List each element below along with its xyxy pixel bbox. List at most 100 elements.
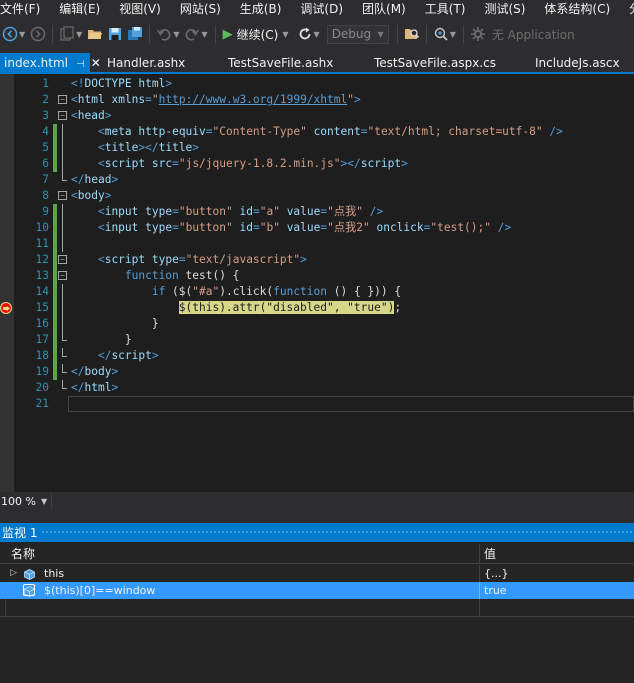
open-file-icon[interactable] [87, 24, 103, 44]
code-line[interactable]: 6 <script src="js/jquery-1.8.2.min.js"><… [0, 156, 634, 172]
redo-dropdown-icon[interactable]: ▼ [201, 30, 207, 39]
row-divider [479, 599, 480, 617]
code-line[interactable]: 7 </head> [0, 172, 634, 188]
code-token: > [165, 77, 173, 90]
code-token: body [77, 189, 105, 202]
watch-expression[interactable]: $(this)[0]==window [44, 582, 155, 599]
expand-arrow-icon[interactable]: ▷ [10, 565, 17, 582]
code-line[interactable]: 9 <input type="button" id="a" value="点我"… [0, 204, 634, 220]
tab-label: TestSaveFile.aspx.cs [374, 56, 496, 70]
code-line[interactable]: 1 <!DOCTYPE html> [0, 76, 634, 92]
code-token: html [138, 77, 166, 90]
outline-end [62, 348, 67, 357]
menu-item-3[interactable]: 网站(S) [180, 0, 221, 19]
pin-icon[interactable]: ⊣ [76, 59, 85, 70]
watch-value[interactable]: true [484, 582, 507, 599]
watch-window-title: 监视 1 [0, 524, 42, 541]
redo-icon[interactable] [184, 24, 200, 44]
column-header-value[interactable]: 值 [484, 544, 496, 564]
code-token: " [347, 93, 354, 106]
code-token: < [97, 125, 105, 138]
code-line[interactable]: 15 $(this).attr("disabled", "true"); [0, 300, 634, 316]
code-line[interactable]: 8− <body> [0, 188, 634, 204]
navigate-back-dropdown-icon[interactable]: ▼ [19, 30, 25, 39]
new-project-dropdown-icon[interactable]: ▼ [76, 30, 82, 39]
menu-item-2[interactable]: 视图(V) [119, 0, 161, 19]
navigate-forward-icon[interactable] [30, 24, 46, 44]
tab-label: TestSaveFile.ashx [228, 56, 334, 70]
menu-item-8[interactable]: 测试(S) [484, 0, 525, 19]
column-divider[interactable] [479, 544, 480, 564]
startup-application-label[interactable]: 无 Application [492, 26, 575, 43]
save-all-icon[interactable] [127, 24, 143, 44]
watch-window-header[interactable]: 监视 1 [0, 523, 634, 542]
code-line[interactable]: 4 <meta http-equiv="Content-Type" conten… [0, 124, 634, 140]
code-line[interactable]: 12− <script type="text/javascript"> [0, 252, 634, 268]
menu-item-4[interactable]: 生成(B) [240, 0, 282, 19]
continue-button[interactable]: ▶ 继续(C) ▼ [223, 26, 292, 43]
watch-expression[interactable]: this [44, 565, 64, 582]
undo-dropdown-icon[interactable]: ▼ [173, 30, 179, 39]
code-token: "button" [178, 205, 233, 218]
continue-dropdown-icon[interactable]: ▼ [282, 30, 288, 39]
watch-empty-row[interactable] [0, 599, 634, 617]
code-line[interactable]: 21 [0, 396, 634, 412]
breakpoint-current-statement-icon[interactable] [0, 302, 12, 314]
watch-row[interactable]: ▷ this {...} [0, 565, 634, 582]
drag-grip[interactable] [41, 530, 634, 535]
code-line[interactable]: 10 <input type="button" id="b" value="点我… [0, 220, 634, 236]
outline-guide [62, 284, 63, 300]
code-line[interactable]: 18 </script> [0, 348, 634, 364]
collapse-region-icon[interactable]: − [58, 255, 67, 264]
watch-value[interactable]: {...} [484, 565, 509, 582]
gear-icon[interactable] [470, 24, 486, 44]
tab-handler-ashx[interactable]: Handler.ashx [103, 53, 189, 73]
row-divider [5, 599, 6, 617]
menu-item-7[interactable]: 工具(T) [425, 0, 466, 19]
undo-icon[interactable] [156, 24, 172, 44]
collapse-region-icon[interactable]: − [58, 95, 67, 104]
column-header-name[interactable]: 名称 [11, 544, 35, 564]
find-in-files-icon[interactable] [404, 24, 420, 44]
menu-item-0[interactable]: 文件(F) [0, 0, 40, 19]
zoom-select[interactable]: 100 % ▼ [0, 493, 53, 509]
code-line[interactable]: 5 <title></title> [0, 140, 634, 156]
tab-index-html[interactable]: index.html ⊣ ✕ [0, 53, 101, 73]
attach-process-dropdown-icon[interactable]: ▼ [450, 30, 456, 39]
watch-row[interactable]: $(this)[0]==window true [0, 582, 634, 599]
code-line[interactable]: 20 </html> [0, 380, 634, 396]
navigate-back-icon[interactable] [2, 24, 18, 44]
code-line[interactable]: 2− <html xmlns="http://www.w3.org/1999/xh… [0, 92, 634, 108]
save-icon[interactable] [107, 24, 123, 44]
collapse-region-icon[interactable]: − [58, 191, 67, 200]
menu-item-9[interactable]: 体系结构(C) [544, 0, 610, 19]
close-icon[interactable]: ✕ [91, 56, 101, 70]
new-project-icon[interactable] [59, 24, 75, 44]
refresh-icon[interactable] [297, 24, 313, 44]
code-line[interactable]: 16 } [0, 316, 634, 332]
code-line[interactable]: 19 </body> [0, 364, 634, 380]
code-line[interactable]: 3− <head> [0, 108, 634, 124]
code-line[interactable]: 17 } [0, 332, 634, 348]
menu-item-1[interactable]: 编辑(E) [59, 0, 100, 19]
menu-item-5[interactable]: 调试(D) [300, 0, 343, 19]
code-token: < [71, 93, 78, 106]
tab-testsavefile-aspx-cs[interactable]: TestSaveFile.aspx.cs [370, 53, 500, 73]
collapse-region-icon[interactable]: − [58, 271, 67, 280]
code-line[interactable]: 14 if ($("#a").click(function () { })) { [0, 284, 634, 300]
tab-includejs-ascx[interactable]: IncludeJs.ascx [531, 53, 624, 73]
refresh-dropdown-icon[interactable]: ▼ [314, 30, 320, 39]
code-line[interactable]: 13− function test() { [0, 268, 634, 284]
tab-testsavefile-ashx[interactable]: TestSaveFile.ashx [224, 53, 337, 73]
code-token: "js/jquery-1.8.2.min.js" [178, 157, 341, 170]
outline-end [62, 332, 67, 341]
code-line[interactable]: 11 [0, 236, 634, 252]
menu-item-10[interactable]: 分 [629, 0, 634, 19]
collapse-region-icon[interactable]: − [58, 111, 67, 120]
menu-item-6[interactable]: 团队(M) [362, 0, 406, 19]
solution-configuration-select[interactable]: Debug ▼ [326, 24, 389, 44]
attach-process-icon[interactable] [433, 24, 449, 44]
code-editor[interactable]: 1 <!DOCTYPE html> 2− <html xmlns="http://ww… [0, 74, 634, 492]
